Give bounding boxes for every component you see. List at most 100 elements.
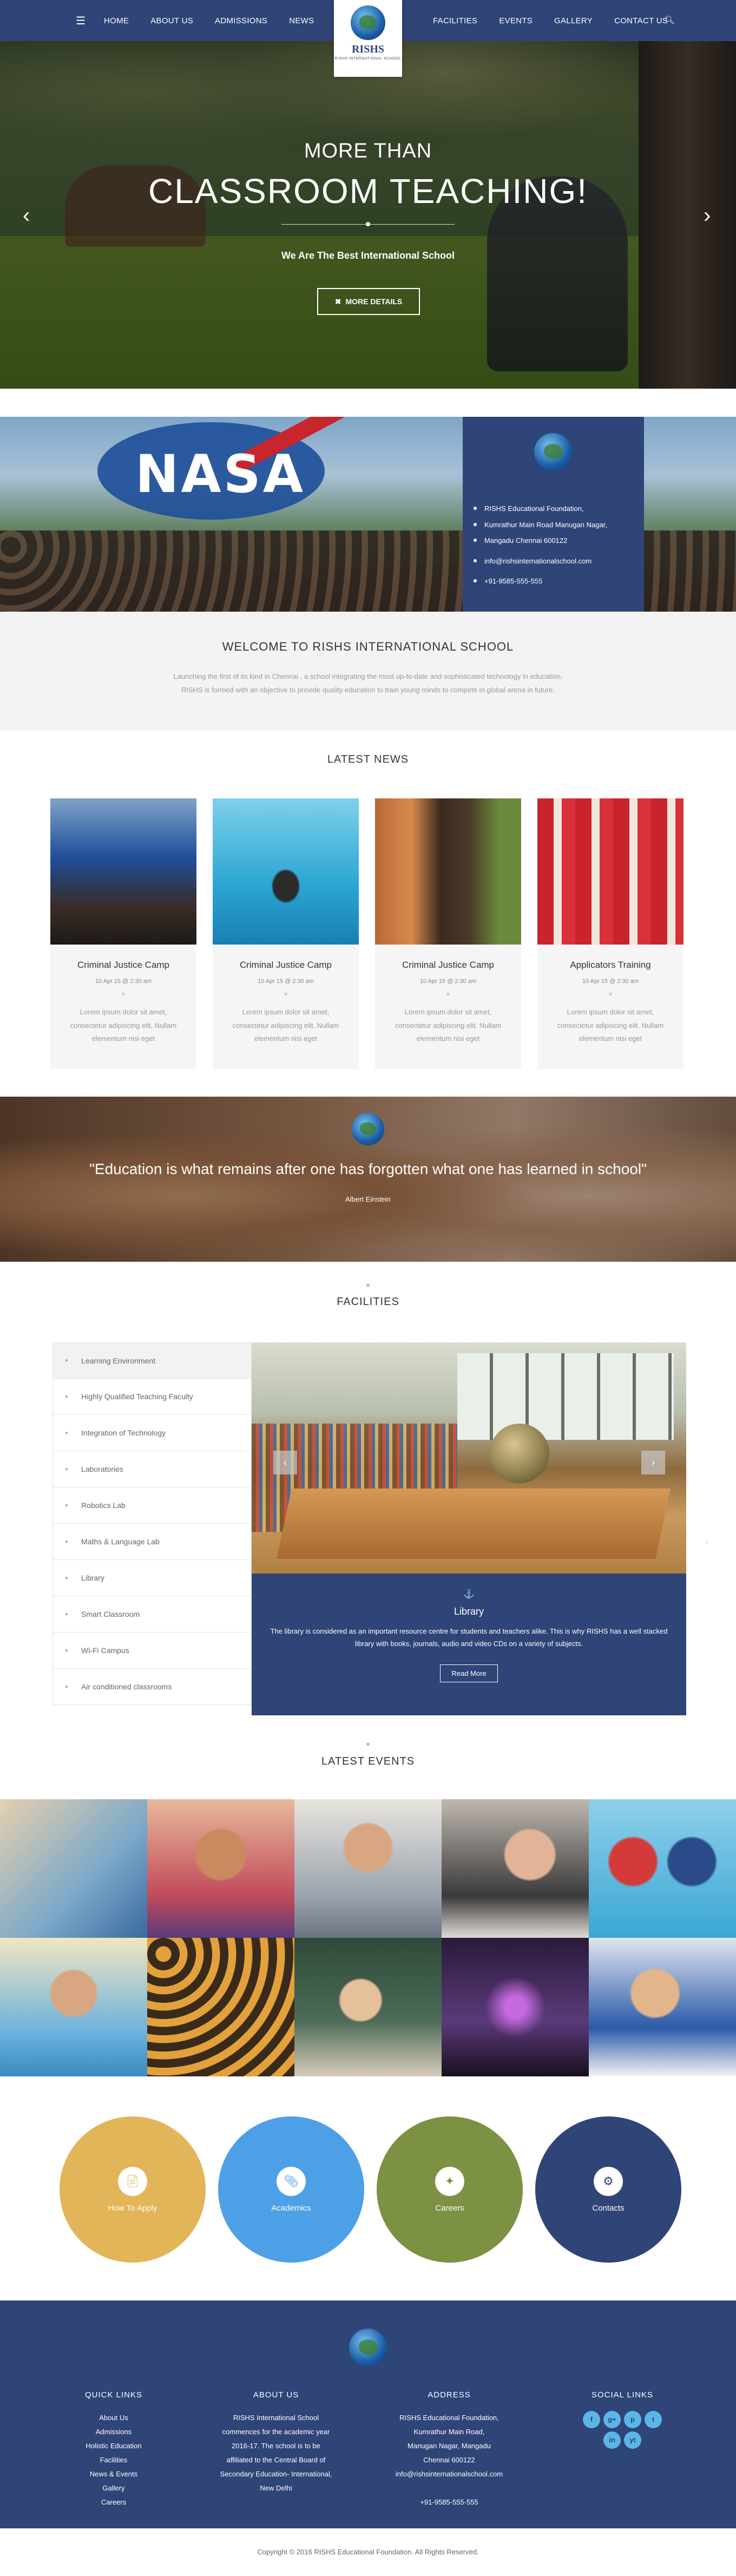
section-divider-icon: × (365, 1281, 371, 1289)
news-title[interactable]: Criminal Justice Camp (375, 960, 521, 971)
contact-phone[interactable]: +91-9585-555-555 (484, 576, 542, 587)
quote-banner: "Education is what remains after one has… (0, 1097, 736, 1262)
facility-item[interactable]: ● Air conditioned classrooms (52, 1669, 252, 1705)
hero-title: CLASSROOM TEACHING! (148, 172, 588, 211)
event-photo[interactable] (589, 1799, 736, 1938)
facility-item[interactable]: ● Learning Environment (52, 1342, 252, 1379)
twitter-icon[interactable]: t (645, 2411, 662, 2428)
more-details-label: MORE DETAILS (345, 297, 403, 306)
facility-item[interactable]: ● Robotics Lab (52, 1487, 252, 1524)
footer-link[interactable]: Careers (70, 2495, 157, 2509)
about-title: ABOUT US (253, 2390, 299, 2400)
next-arrow-icon[interactable]: › (641, 1451, 665, 1474)
facility-item[interactable]: ● Highly Qualified Teaching Faculty (52, 1379, 252, 1415)
prev-slide-arrow-icon[interactable]: ‹ (23, 204, 30, 228)
contact-email[interactable]: info@rishsinternationalschool.com (484, 556, 592, 567)
more-details-button[interactable]: ✖ MORE DETAILS (317, 288, 420, 315)
facility-item[interactable]: ● Maths & Language Lab (52, 1524, 252, 1560)
contacts-tile[interactable]: ⚙ Contacts (535, 2116, 681, 2263)
news-title[interactable]: Criminal Justice Camp (213, 960, 359, 971)
hero-slider: MORE THAN CLASSROOM TEACHING! We Are The… (0, 41, 736, 389)
facilities-list: ● Learning Environment ● Highly Qualified … (52, 1342, 252, 1705)
news-title[interactable]: Criminal Justice Camp (50, 960, 196, 971)
event-photo[interactable] (0, 1938, 147, 2076)
about-line: commences for the academic year (222, 2428, 330, 2436)
nav-admissions[interactable]: ADMISSIONS (215, 16, 267, 25)
event-photo[interactable] (0, 1799, 147, 1938)
school-logo[interactable]: RISHS RISHS INTERNATIONAL SCHOOL (334, 0, 402, 77)
how-to-apply-tile[interactable]: 📄︎ How To Apply (60, 2116, 206, 2263)
facility-item[interactable]: ● Library (52, 1560, 252, 1596)
facility-label: Air conditioned classrooms (81, 1682, 172, 1691)
about-line: RISHS International School (233, 2414, 319, 2422)
search-icon[interactable]: 🔍︎ (665, 15, 675, 25)
cross-arrows-icon: ✖ (334, 297, 341, 306)
footer-link[interactable]: Gallery (70, 2481, 157, 2495)
google-plus-icon[interactable]: g+ (603, 2411, 621, 2428)
read-more-button[interactable]: Read More (440, 1664, 498, 1682)
address-line: Kumrathur Main Road, (413, 2428, 485, 2436)
bullet-icon: ● (65, 1430, 69, 1436)
address-title: ADDRESS (428, 2390, 471, 2400)
address-phone[interactable]: +91-9585-555-555 (379, 2495, 520, 2509)
about-line: 2016-17. The school is to be (232, 2442, 320, 2450)
footer-link[interactable]: News & Events (70, 2467, 157, 2481)
footer-link[interactable]: Facilities (70, 2453, 157, 2467)
nav-about-us[interactable]: ABOUT US (150, 16, 193, 25)
footer-link[interactable]: Holistic Education (70, 2439, 157, 2453)
footer-link[interactable]: About Us (70, 2411, 157, 2425)
bullet-icon: ● (65, 1466, 69, 1472)
academics-tile[interactable]: 📎︎ Academics (218, 2116, 364, 2263)
linkedin-icon[interactable]: in (603, 2431, 621, 2449)
event-photo[interactable] (589, 1938, 736, 2076)
event-photo[interactable] (147, 1799, 294, 1938)
pinterest-icon[interactable]: p (624, 2411, 641, 2428)
youtube-icon[interactable]: yt (624, 2431, 641, 2449)
news-title[interactable]: Applicators Training (537, 960, 684, 971)
event-photo[interactable] (147, 1938, 294, 2076)
footer-quick-links: QUICK LINKS About Us Admissions Holistic… (70, 2387, 157, 2509)
careers-label: Careers (435, 2203, 464, 2213)
nav-news[interactable]: NEWS (289, 16, 314, 25)
gear-icon: ⚙ (594, 2166, 623, 2196)
next-slide-arrow-icon[interactable]: › (704, 204, 711, 228)
contact-card: RISHS Educational Foundation, Kumrathur … (463, 417, 644, 612)
event-photo[interactable] (294, 1938, 442, 2076)
menu-icon[interactable]: ☰ (76, 14, 86, 28)
facility-item[interactable]: ● Integration of Technology (52, 1415, 252, 1451)
careers-tile[interactable]: ✦ Careers (377, 2116, 523, 2263)
chevron-right-icon[interactable]: › (706, 1537, 708, 1546)
footer-link[interactable]: Admissions (70, 2425, 157, 2439)
bullet-icon: ● (65, 1575, 69, 1581)
contacts-label: Contacts (592, 2203, 625, 2213)
bullet-icon: ● (65, 1538, 69, 1545)
event-photo[interactable] (442, 1799, 589, 1938)
news-image (537, 798, 684, 945)
news-card[interactable]: Criminal Justice Camp 10 Apr 15 @ 2:30 a… (213, 798, 359, 1069)
copyright-text: Copyright © 2016 RISHS Educational Found… (257, 2548, 479, 2556)
logo-name: RISHS (351, 43, 385, 55)
contact-line: Kumrathur Main Road Manugan Nagar, (484, 520, 607, 529)
welcome-line-1: Launching the first of its kind in Chenn… (173, 672, 563, 680)
nasa-sign-image: NASA (135, 444, 306, 504)
nav-facilities[interactable]: FACILITIES (433, 16, 477, 25)
facility-item[interactable]: ● Laboratories (52, 1451, 252, 1487)
nav-events[interactable]: EVENTS (499, 16, 533, 25)
event-photo[interactable] (442, 1938, 589, 2076)
nav-left-links: HOME ABOUT US ADMISSIONS NEWS (104, 16, 314, 25)
news-card[interactable]: Applicators Training 10 Apr 15 @ 2:30 am… (537, 798, 684, 1069)
news-card[interactable]: Criminal Justice Camp 10 Apr 15 @ 2:30 a… (375, 798, 521, 1069)
nav-gallery[interactable]: GALLERY (554, 16, 593, 25)
event-photo[interactable] (294, 1799, 442, 1938)
nav-contact-us[interactable]: CONTACT US (614, 16, 668, 25)
facility-item[interactable]: ● Smart Classroom (52, 1596, 252, 1633)
facility-item[interactable]: ● Wi-Fi Campus (52, 1633, 252, 1669)
facebook-icon[interactable]: f (583, 2411, 600, 2428)
news-card[interactable]: Criminal Justice Camp 10 Apr 15 @ 2:30 a… (50, 798, 196, 1069)
nav-home[interactable]: HOME (104, 16, 129, 25)
footer: QUICK LINKS About Us Admissions Holistic… (0, 2300, 736, 2528)
address-email[interactable]: info@rishsinternationalschool.com (379, 2467, 520, 2481)
prev-arrow-icon[interactable]: ‹ (273, 1451, 297, 1474)
facility-label: Library (81, 1574, 104, 1582)
magic-wand-icon: ✦ (435, 2166, 464, 2196)
